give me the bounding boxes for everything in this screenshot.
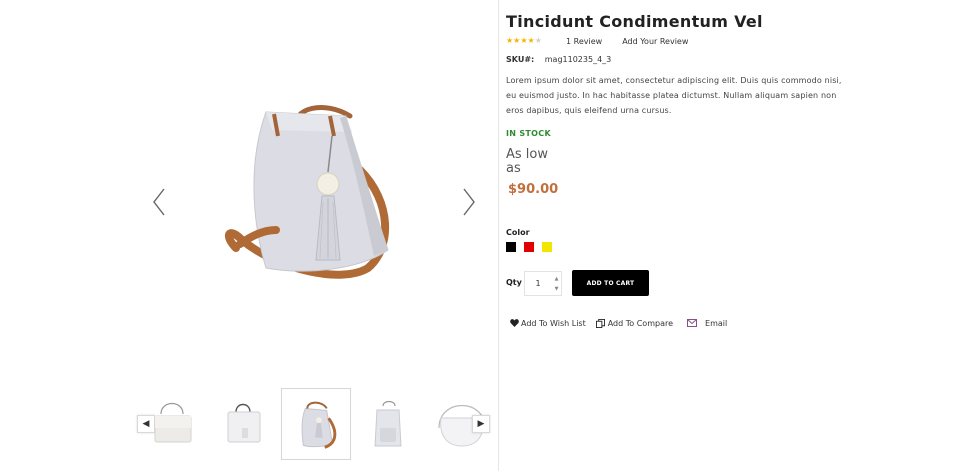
product-description: Lorem ipsum dolor sit amet, consectetur … xyxy=(506,76,842,115)
product-price: $90.00 xyxy=(508,182,559,197)
star-filled-icon: ★ xyxy=(513,36,521,45)
add-to-cart-button[interactable]: ADD TO CART xyxy=(572,270,649,296)
thumbnail-strip xyxy=(137,388,491,460)
product-gallery: ◀ ▶ xyxy=(0,0,498,471)
next-image-arrow-icon[interactable] xyxy=(457,185,479,219)
envelope-icon xyxy=(687,318,698,328)
qty-decrement-icon[interactable]: ▼ xyxy=(552,284,561,293)
rating-summary: ★ ★ ★ ★ ★ 1 Review Add Your Review xyxy=(506,35,688,47)
star-empty-icon: ★ xyxy=(534,36,542,45)
quantity-stepper: ▲ ▼ xyxy=(524,271,562,296)
chevron-right-icon: ▶ xyxy=(477,419,485,429)
add-review-link[interactable]: Add Your Review xyxy=(622,37,688,46)
thumbnail-bucket-bag[interactable] xyxy=(281,388,351,460)
thumbnail-next-button[interactable]: ▶ xyxy=(472,415,490,433)
add-to-wishlist-label: Add To Wish List xyxy=(521,318,586,328)
star-filled-icon: ★ xyxy=(527,36,535,45)
rating-stars: ★ ★ ★ ★ ★ xyxy=(506,36,548,46)
add-to-compare-link[interactable]: Add To Compare xyxy=(596,318,673,328)
main-product-image xyxy=(192,72,436,316)
star-filled-icon: ★ xyxy=(520,36,528,45)
product-title: Tincidunt Condimentum Vel xyxy=(506,12,763,31)
stock-status: IN STOCK xyxy=(506,129,551,138)
previous-image-arrow-icon[interactable] xyxy=(149,185,171,219)
star-filled-icon: ★ xyxy=(506,36,514,45)
qty-increment-icon[interactable]: ▲ xyxy=(552,274,561,283)
qty-input[interactable] xyxy=(525,272,551,295)
sku-label: SKU#: xyxy=(506,55,535,64)
price-prefix: As low as xyxy=(506,147,548,176)
color-swatch[interactable] xyxy=(506,242,516,252)
heart-icon xyxy=(509,318,519,328)
compare-icon xyxy=(596,318,606,328)
add-to-wishlist-link[interactable]: Add To Wish List xyxy=(509,318,586,328)
thumbnail-mini-backpack[interactable] xyxy=(353,388,423,460)
add-to-compare-label: Add To Compare xyxy=(607,318,674,328)
color-swatches xyxy=(506,242,552,252)
email-label: Email xyxy=(705,318,728,328)
reviews-link[interactable]: 1 Review xyxy=(566,37,602,46)
sku: SKU#: mag110235_4_3 xyxy=(506,55,611,64)
thumbnail-box-handbag[interactable] xyxy=(208,388,278,460)
column-divider xyxy=(498,0,499,471)
color-swatch[interactable] xyxy=(524,242,534,252)
thumbnail-flap-handbag[interactable] xyxy=(137,388,207,460)
product-actions: Add To Wish List Add To Compare Email xyxy=(509,318,727,328)
qty-label: Qty xyxy=(506,278,522,287)
color-swatch[interactable] xyxy=(542,242,552,252)
product-info: Tincidunt Condimentum Vel ★ ★ ★ ★ ★ 1 Review… xyxy=(506,0,966,471)
color-label: Color xyxy=(506,228,530,237)
sku-value: mag110235_4_3 xyxy=(544,55,612,64)
email-link[interactable]: Email xyxy=(687,318,727,328)
